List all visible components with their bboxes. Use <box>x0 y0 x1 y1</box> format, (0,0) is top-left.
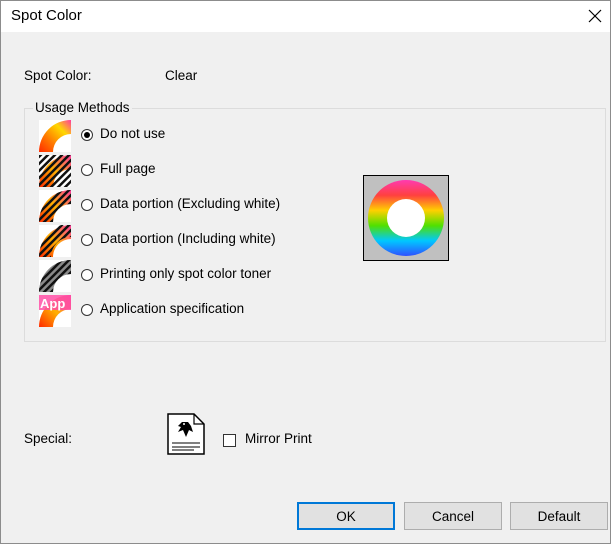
app-icon-text: App <box>40 296 65 311</box>
spot-color-dialog: Spot Color Spot Color: Clear Usage Metho… <box>0 0 611 544</box>
radio-label: Printing only spot color toner <box>100 266 272 281</box>
default-button[interactable]: Default <box>510 502 608 530</box>
spot-toner-only-icon <box>39 260 71 292</box>
usage-option-data-excluding-white[interactable]: Data portion (Excluding white) <box>39 190 339 222</box>
radio-application-specification[interactable] <box>81 304 93 316</box>
usage-option-spot-toner-only[interactable]: Printing only spot color toner <box>39 260 339 292</box>
cancel-button-label: Cancel <box>431 508 475 524</box>
usage-option-do-not-use[interactable]: Do not use <box>39 120 339 152</box>
usage-option-full-page[interactable]: Full page <box>39 155 339 187</box>
radio-label: Data portion (Excluding white) <box>100 196 281 211</box>
title-bar[interactable]: Spot Color <box>1 1 610 31</box>
data-including-white-icon <box>39 225 71 257</box>
spot-color-value: Clear <box>165 68 198 83</box>
radio-spot-toner-only[interactable] <box>81 269 93 281</box>
default-button-label: Default <box>537 508 581 524</box>
mirror-print-label[interactable]: Mirror Print <box>245 431 312 446</box>
full-page-hatch-icon <box>39 155 71 187</box>
radio-data-including-white[interactable] <box>81 234 93 246</box>
spot-color-label: Spot Color: <box>24 68 92 83</box>
ok-button[interactable]: OK <box>297 502 395 530</box>
radio-label: Application specification <box>100 301 245 316</box>
close-button[interactable] <box>580 1 610 31</box>
data-excluding-white-icon <box>39 190 71 222</box>
radio-full-page[interactable] <box>81 164 93 176</box>
dialog-client-area: Spot Color: Clear Usage Methods Do not u… <box>1 32 610 543</box>
close-icon <box>588 9 602 23</box>
special-label: Special: <box>24 431 73 446</box>
usage-methods-legend: Usage Methods <box>33 100 132 115</box>
usage-methods-group: Usage Methods Do not use Full page Data … <box>24 100 606 342</box>
radio-data-excluding-white[interactable] <box>81 199 93 211</box>
app-spec-icon: App <box>39 295 71 327</box>
ok-button-label: OK <box>336 508 356 524</box>
cancel-button[interactable]: Cancel <box>404 502 502 530</box>
window-title: Spot Color <box>11 7 82 24</box>
color-wheel-preview <box>363 175 449 261</box>
usage-option-application-specification[interactable]: App Application specification <box>39 295 339 327</box>
rainbow-arc-icon <box>39 120 71 152</box>
radio-label: Data portion (Including white) <box>100 231 276 246</box>
usage-option-data-including-white[interactable]: Data portion (Including white) <box>39 225 339 257</box>
radio-label: Do not use <box>100 126 166 141</box>
radio-do-not-use[interactable] <box>81 129 93 141</box>
color-wheel-icon <box>368 180 444 256</box>
mirror-print-document-icon <box>166 413 206 455</box>
mirror-print-checkbox[interactable] <box>223 434 236 447</box>
radio-label: Full page <box>100 161 156 176</box>
